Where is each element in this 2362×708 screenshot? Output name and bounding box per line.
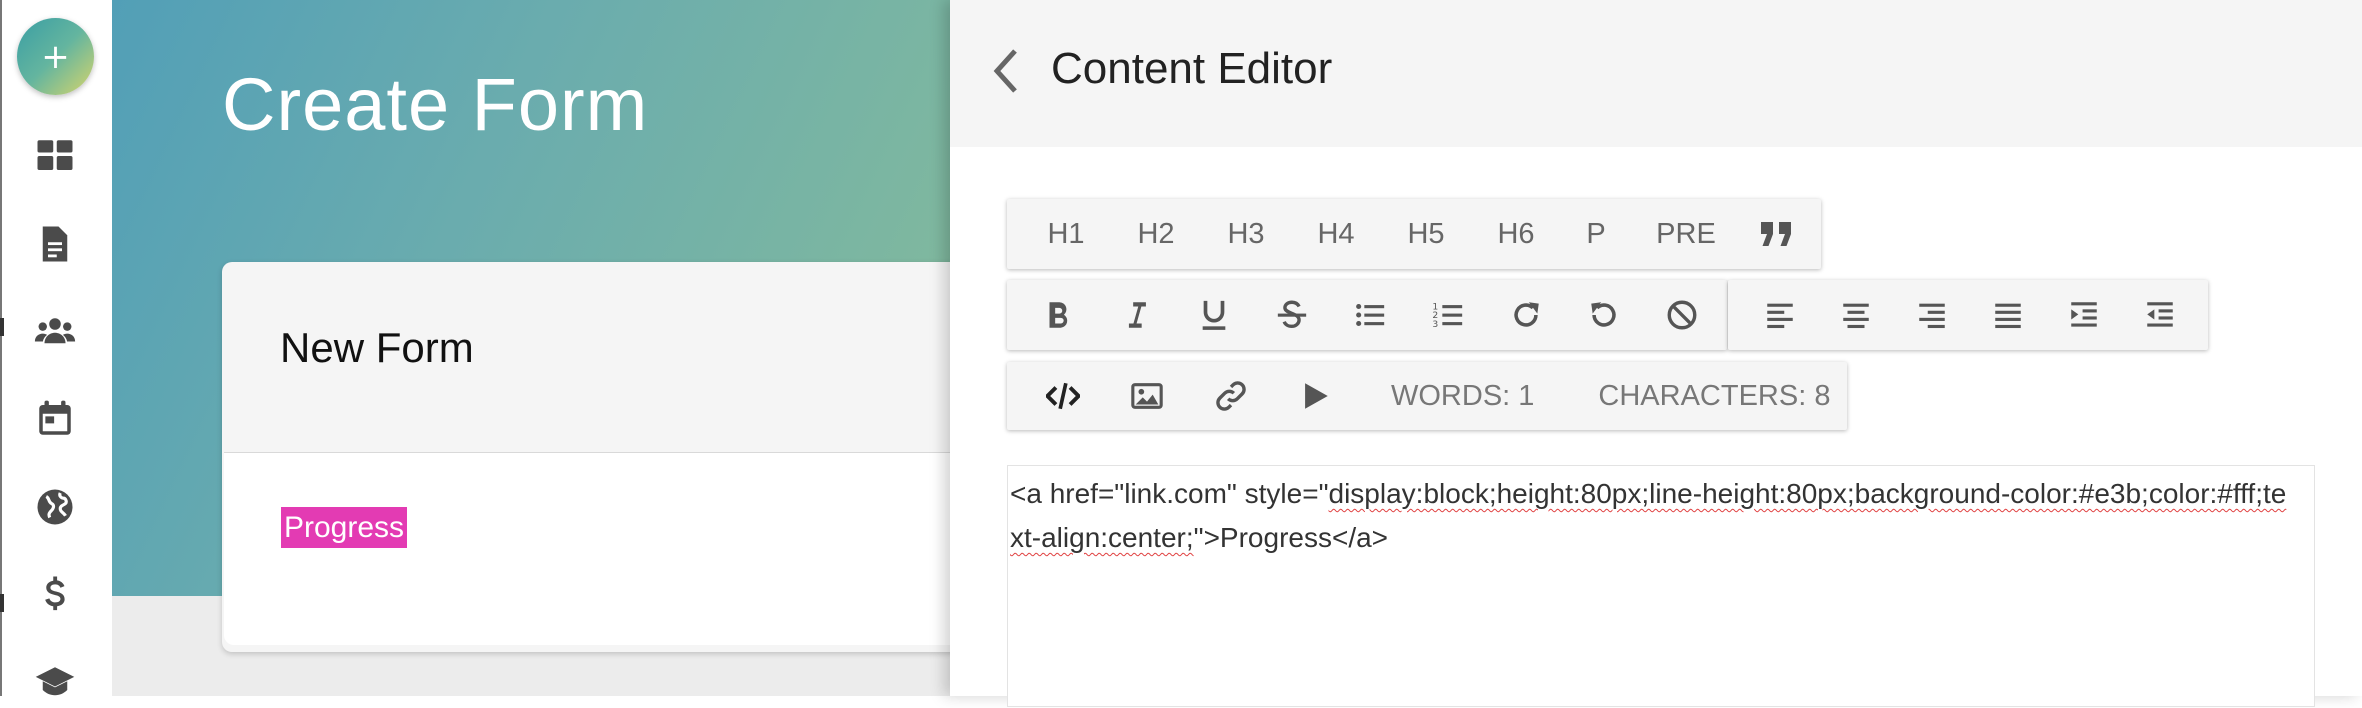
outdent-icon <box>2147 302 2173 327</box>
sidebar-item-education[interactable] <box>30 658 80 708</box>
add-button[interactable]: + <box>17 18 94 95</box>
dashboard-grid-icon <box>37 140 73 170</box>
html-source-editor[interactable]: <a href="link.com" style="display:block;… <box>1007 465 2315 707</box>
sidebar-edge <box>0 0 2 696</box>
undo-icon <box>1591 302 1616 327</box>
sidebar-item-globe[interactable] <box>30 482 80 532</box>
quote-icon <box>1761 222 1791 246</box>
insert-toolbar: WORDS: 1 CHARACTERS: 8 <box>1007 362 1847 430</box>
users-group-icon <box>34 318 76 344</box>
document-icon <box>42 226 68 262</box>
source-open-tag: <a href="link.com" style=" <box>1010 478 1329 509</box>
align-justify-button[interactable] <box>1970 280 2046 350</box>
align-left-button[interactable] <box>1742 280 1818 350</box>
code-view-icon <box>1046 382 1080 410</box>
progress-link-preview[interactable]: Progress <box>281 507 408 548</box>
redo-icon <box>1514 302 1539 327</box>
sidebar-item-users[interactable] <box>30 306 80 356</box>
align-center-icon <box>1843 303 1869 329</box>
sidebar-item-documents[interactable] <box>30 219 80 269</box>
content-editor-panel: Content Editor H1 H2 H3 H4 H5 H6 P PRE 1… <box>950 0 2362 707</box>
source-close-tag: ">Progress</a> <box>1193 522 1389 553</box>
bold-button[interactable] <box>1019 280 1097 350</box>
word-count: WORDS: 1 <box>1391 379 1535 412</box>
underline-icon <box>1202 300 1226 330</box>
bold-icon <box>1049 302 1068 328</box>
align-left-icon <box>1767 303 1793 329</box>
paragraph-button[interactable]: P <box>1561 199 1631 269</box>
code-view-button[interactable] <box>1021 361 1105 431</box>
app-sidebar: + <box>0 0 113 696</box>
bulleted-list-icon <box>1356 303 1385 327</box>
panel-header: Content Editor <box>950 0 2362 147</box>
sidebar-item-dashboard[interactable] <box>30 131 80 181</box>
align-right-button[interactable] <box>1894 280 1970 350</box>
insert-video-button[interactable] <box>1273 361 1357 431</box>
strikethrough-icon <box>1277 300 1307 329</box>
bulleted-list-button[interactable] <box>1331 280 1409 350</box>
sidebar-marker <box>0 318 4 336</box>
insert-link-button[interactable] <box>1189 361 1273 431</box>
svg-text:3: 3 <box>1432 319 1438 330</box>
numbered-list-icon: 123 <box>1432 301 1463 330</box>
undo-button[interactable] <box>1565 280 1643 350</box>
h3-button[interactable]: H3 <box>1201 199 1291 269</box>
clear-format-button[interactable] <box>1643 280 1721 350</box>
blockquote-button[interactable] <box>1741 199 1811 269</box>
sidebar-item-billing[interactable] <box>30 569 80 619</box>
back-button[interactable] <box>986 44 1026 98</box>
plus-icon: + <box>41 36 70 77</box>
clear-format-icon <box>1667 300 1697 330</box>
pre-button[interactable]: PRE <box>1631 199 1741 269</box>
form-card: New Form Progress <box>222 262 982 652</box>
h6-button[interactable]: H6 <box>1471 199 1561 269</box>
redo-button[interactable] <box>1487 280 1565 350</box>
character-count: CHARACTERS: 8 <box>1598 379 1831 412</box>
format-toolbar: 123 <box>1007 280 1727 350</box>
align-center-button[interactable] <box>1818 280 1894 350</box>
alignment-toolbar <box>1728 280 2208 350</box>
html-source-text: <a href="link.com" style="display:block;… <box>1010 472 2300 560</box>
indent-icon <box>2071 302 2097 327</box>
italic-button[interactable] <box>1097 280 1175 350</box>
chevron-left-icon <box>993 49 1017 93</box>
strikethrough-button[interactable] <box>1253 280 1331 350</box>
h4-button[interactable]: H4 <box>1291 199 1381 269</box>
numbered-list-button[interactable]: 123 <box>1409 280 1487 350</box>
insert-image-button[interactable] <box>1105 361 1189 431</box>
align-justify-icon <box>1995 303 2021 329</box>
underline-button[interactable] <box>1175 280 1253 350</box>
indent-button[interactable] <box>2046 280 2122 350</box>
globe-icon <box>37 489 73 525</box>
h5-button[interactable]: H5 <box>1381 199 1471 269</box>
sidebar-marker <box>0 594 4 612</box>
dollar-icon <box>45 576 65 611</box>
image-icon <box>1131 383 1163 409</box>
form-preview-area: Progress <box>224 452 980 645</box>
panel-title: Content Editor <box>1051 44 1333 93</box>
italic-icon <box>1128 302 1146 328</box>
align-right-icon <box>1919 303 1945 329</box>
video-icon <box>1305 383 1328 409</box>
outdent-button[interactable] <box>2122 280 2198 350</box>
page-title: Create Form <box>222 63 649 146</box>
calendar-icon <box>39 400 71 435</box>
link-icon <box>1216 381 1246 411</box>
sidebar-item-calendar[interactable] <box>30 394 80 444</box>
form-card-title: New Form <box>280 324 474 371</box>
heading-toolbar: H1 H2 H3 H4 H5 H6 P PRE <box>1007 199 1821 269</box>
h1-button[interactable]: H1 <box>1021 199 1111 269</box>
h2-button[interactable]: H2 <box>1111 199 1201 269</box>
graduation-cap-icon <box>35 667 75 696</box>
